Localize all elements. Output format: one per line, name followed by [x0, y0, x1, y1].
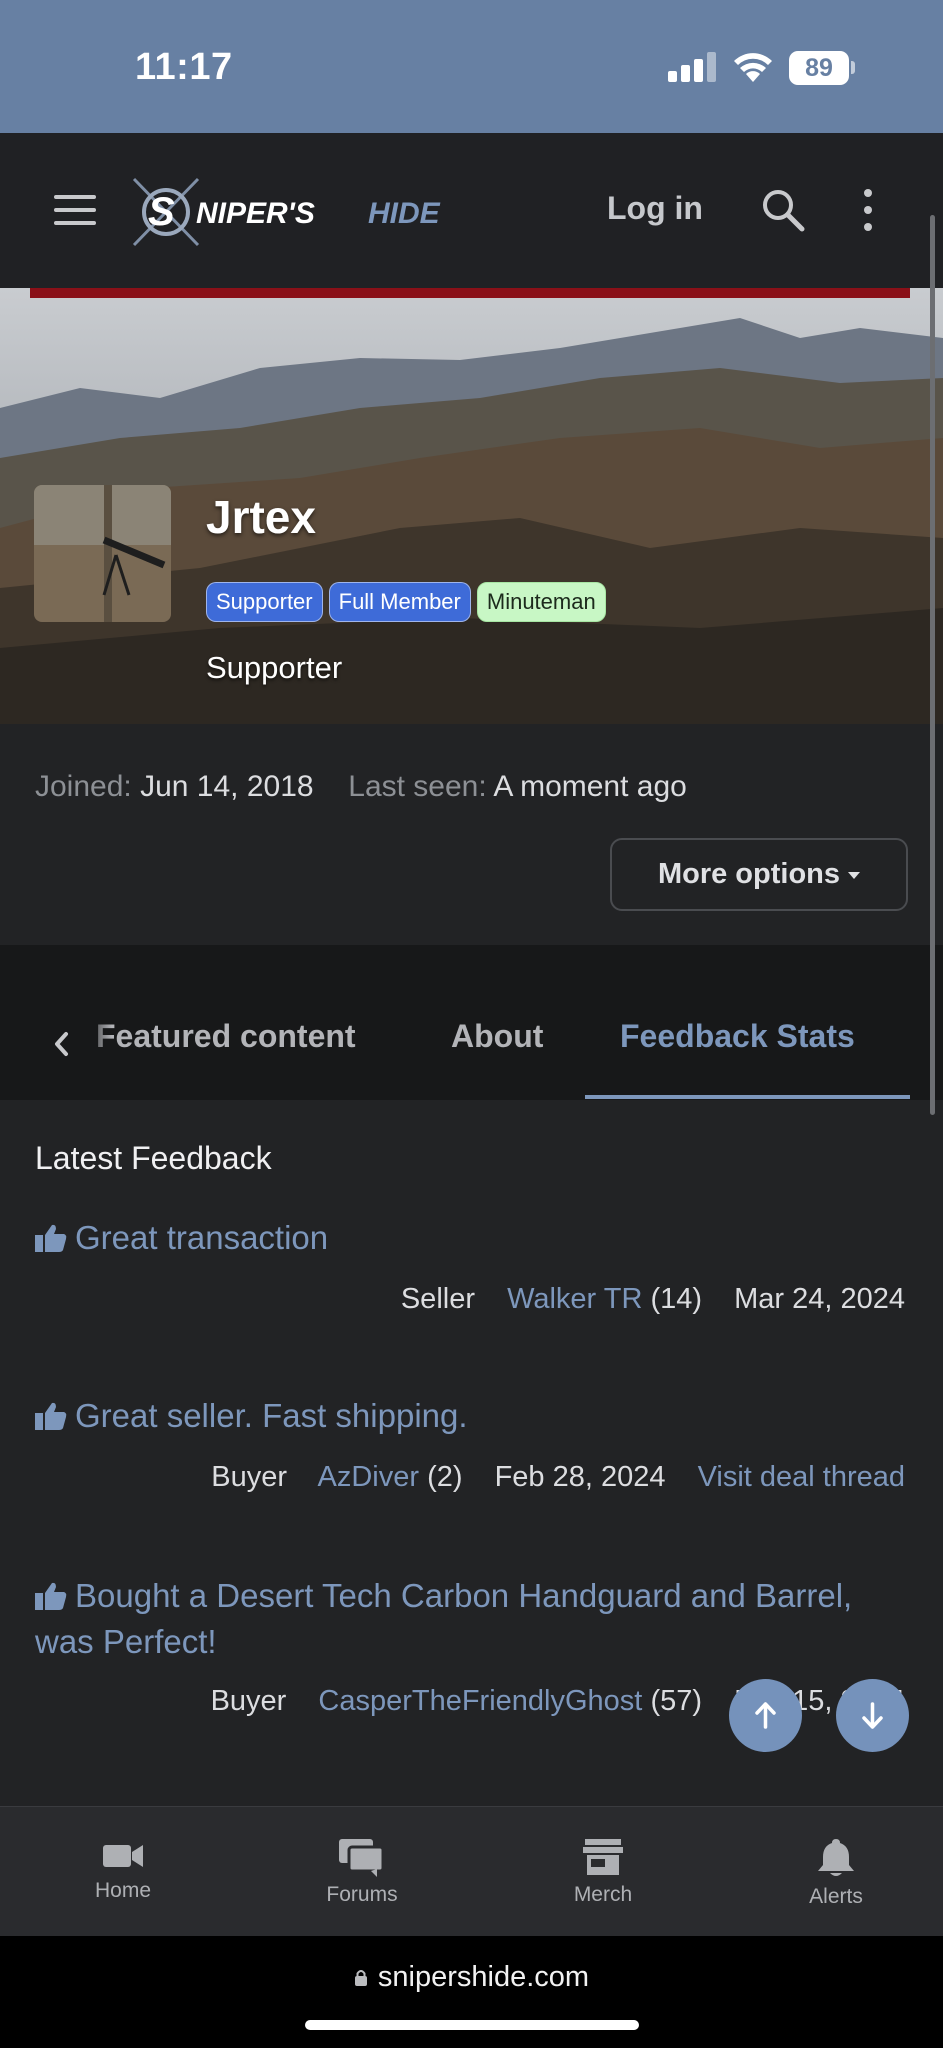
scrollbar[interactable] [930, 215, 935, 1115]
thumbs-up-icon [35, 1402, 67, 1430]
username: Jrtex [206, 491, 316, 543]
feedback-meta: Seller Walker TR (14) Mar 24, 2024 [401, 1283, 905, 1316]
feedback-user-link[interactable]: Walker TR [507, 1283, 642, 1315]
joined-label: Joined: [35, 770, 132, 803]
last-seen-label: Last seen: [348, 770, 487, 803]
status-time: 11:17 [135, 46, 233, 88]
tab-about[interactable]: About [451, 1018, 543, 1055]
feedback-text: Great transaction [75, 1219, 329, 1256]
svg-text:S: S [148, 190, 175, 234]
thumbs-up-icon [35, 1224, 67, 1252]
feedback-role: Buyer [211, 1461, 288, 1493]
feedback-entry: Great seller. Fast shipping. Buyer AzDiv… [35, 1393, 905, 1523]
svg-text:HIDE: HIDE [368, 197, 441, 230]
menu-icon[interactable] [54, 195, 96, 225]
profile-banner: Jrtex Supporter Full Member Minuteman Su… [0, 288, 943, 724]
nav-forums[interactable]: Forums [292, 1837, 432, 1907]
more-options-button[interactable]: More options [610, 838, 908, 911]
feedback-title[interactable]: Great transaction [35, 1215, 905, 1261]
feedback-user-link[interactable]: AzDiver [317, 1461, 419, 1493]
feedback-text: Great seller. Fast shipping. [75, 1397, 468, 1434]
home-indicator[interactable] [305, 2020, 639, 2030]
lock-icon [354, 1970, 367, 1986]
signal-icon [668, 52, 716, 82]
feedback-date: Feb 28, 2024 [494, 1461, 666, 1493]
bottom-navigation: Home Forums Merch Alerts [0, 1806, 943, 1936]
svg-text:NIPER'S: NIPER'S [196, 197, 315, 230]
active-tab-indicator [585, 1095, 910, 1099]
arrow-up-icon [755, 1702, 776, 1729]
tab-fade [82, 1005, 112, 1065]
store-icon [583, 1839, 623, 1875]
caret-down-icon [848, 871, 861, 879]
snipers-hide-logo[interactable]: S NIPER'S HIDE [128, 173, 538, 251]
badge-supporter: Supporter [206, 582, 323, 622]
more-options-label: More options [657, 858, 841, 890]
feedback-user-count: (57) [650, 1685, 703, 1717]
nav-merch[interactable]: Merch [533, 1837, 673, 1907]
user-title: Supporter [206, 650, 343, 685]
visit-deal-thread-link[interactable]: Visit deal thread [698, 1461, 905, 1493]
video-camera-icon [103, 1845, 143, 1867]
thumbs-up-icon [35, 1582, 67, 1610]
battery-icon: 89 [789, 51, 849, 85]
ad-strip[interactable] [30, 288, 910, 298]
login-button[interactable]: Log in [607, 190, 703, 227]
wifi-icon [734, 53, 772, 82]
feedback-role: Seller [400, 1283, 475, 1315]
badge-minuteman: Minuteman [476, 582, 606, 622]
profile-tabs: Featured content About Feedback Stats [0, 945, 943, 1100]
feedback-title[interactable]: Bought a Desert Tech Carbon Handguard an… [35, 1573, 905, 1665]
feedback-meta: Buyer AzDiver (2) Feb 28, 2024 Visit dea… [211, 1461, 905, 1494]
status-bar: 11:17 89 [0, 0, 943, 133]
arrow-down-icon [862, 1702, 883, 1729]
user-badges: Supporter Full Member Minuteman [206, 582, 606, 622]
nav-home[interactable]: Home [53, 1837, 193, 1903]
chevron-left-icon[interactable] [52, 1031, 72, 1057]
feedback-text: Bought a Desert Tech Carbon Handguard an… [35, 1577, 853, 1660]
battery-nub [851, 61, 855, 74]
bell-icon [818, 1839, 854, 1876]
nav-home-label: Home [94, 1879, 152, 1902]
feedback-title[interactable]: Great seller. Fast shipping. [35, 1393, 905, 1439]
browser-url-bar[interactable]: snipershide.com [0, 1936, 943, 2048]
feedback-user-count: (14) [650, 1283, 703, 1315]
nav-forums-label: Forums [326, 1883, 398, 1906]
site-header: S NIPER'S HIDE Log in [0, 133, 943, 288]
nav-alerts-label: Alerts [809, 1885, 863, 1908]
feedback-entry: Great transaction Seller Walker TR (14) … [35, 1215, 905, 1345]
url-display[interactable]: snipershide.com [0, 1961, 943, 1994]
scroll-down-button[interactable] [836, 1679, 909, 1752]
nav-alerts[interactable]: Alerts [766, 1837, 906, 1909]
feedback-date: Mar 24, 2024 [734, 1283, 905, 1315]
tab-featured-content[interactable]: Featured content [96, 1018, 356, 1055]
last-seen-value: A moment ago [493, 770, 687, 803]
chat-bubbles-icon [339, 1839, 385, 1877]
feedback-role: Buyer [210, 1685, 287, 1717]
scroll-up-button[interactable] [729, 1679, 802, 1752]
badge-full-member: Full Member [328, 582, 471, 622]
feedback-user-count: (2) [427, 1461, 463, 1493]
profile-info: Joined: Jun 14, 2018 Last seen: A moment… [35, 770, 687, 804]
joined-value: Jun 14, 2018 [140, 770, 314, 803]
nav-merch-label: Merch [573, 1883, 633, 1906]
more-icon[interactable] [860, 189, 876, 231]
url-text: snipershide.com [377, 1961, 590, 1993]
search-icon[interactable] [760, 187, 806, 233]
latest-feedback-heading: Latest Feedback [35, 1140, 272, 1176]
tab-feedback-stats[interactable]: Feedback Stats [620, 1018, 855, 1055]
feedback-user-link[interactable]: CasperTheFriendlyGhost [318, 1685, 642, 1717]
avatar[interactable] [34, 485, 171, 622]
